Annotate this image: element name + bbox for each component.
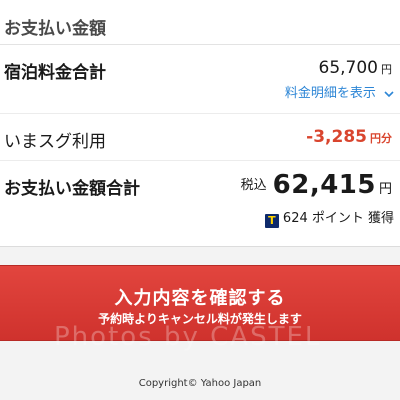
- accommodation-total-amount: 65,700 円: [319, 58, 392, 78]
- payment-screen: お支払い金額 宿泊料金合計 65,700 円 料金明細を表示 いまスグ利用 -3,…: [0, 0, 400, 400]
- photo-watermark: Photos by CASTEL: [54, 322, 322, 352]
- accommodation-total-label: 宿泊料金合計: [4, 63, 106, 83]
- accommodation-total-value: 65,700: [318, 58, 378, 78]
- grand-total-label: お支払い金額合計: [4, 179, 140, 199]
- section-title: お支払い金額: [4, 19, 106, 39]
- currency-unit: 円: [381, 63, 392, 76]
- payment-summary-card: お支払い金額 宿泊料金合計 65,700 円 料金明細を表示 いまスグ利用 -3,…: [0, 0, 400, 247]
- divider: [0, 44, 400, 45]
- divider: [0, 113, 400, 114]
- grand-total-value: 62,415: [272, 170, 376, 200]
- chevron-down-icon: [384, 90, 394, 97]
- discount-value: -3,285: [306, 127, 367, 147]
- copyright-footer: Copyright© Yahoo Japan: [138, 378, 262, 389]
- confirm-button-label: 入力内容を確認する: [114, 288, 286, 309]
- grand-total-amount: 税込 62,415 円: [241, 170, 392, 200]
- tax-included-label: 税込: [240, 178, 267, 193]
- points-text: 624 ポイント 獲得: [282, 211, 394, 226]
- tpoint-icon: T: [264, 214, 279, 228]
- points-earned: T 624 ポイント 獲得: [264, 207, 394, 228]
- show-breakdown-link[interactable]: 料金明細を表示: [285, 82, 394, 101]
- discount-unit: 円分: [370, 132, 392, 145]
- discount-amount: -3,285 円分: [306, 127, 392, 147]
- currency-unit: 円: [378, 182, 392, 197]
- show-breakdown-label: 料金明細を表示: [284, 86, 376, 101]
- discount-label: いまスグ利用: [4, 132, 106, 152]
- divider: [0, 160, 400, 161]
